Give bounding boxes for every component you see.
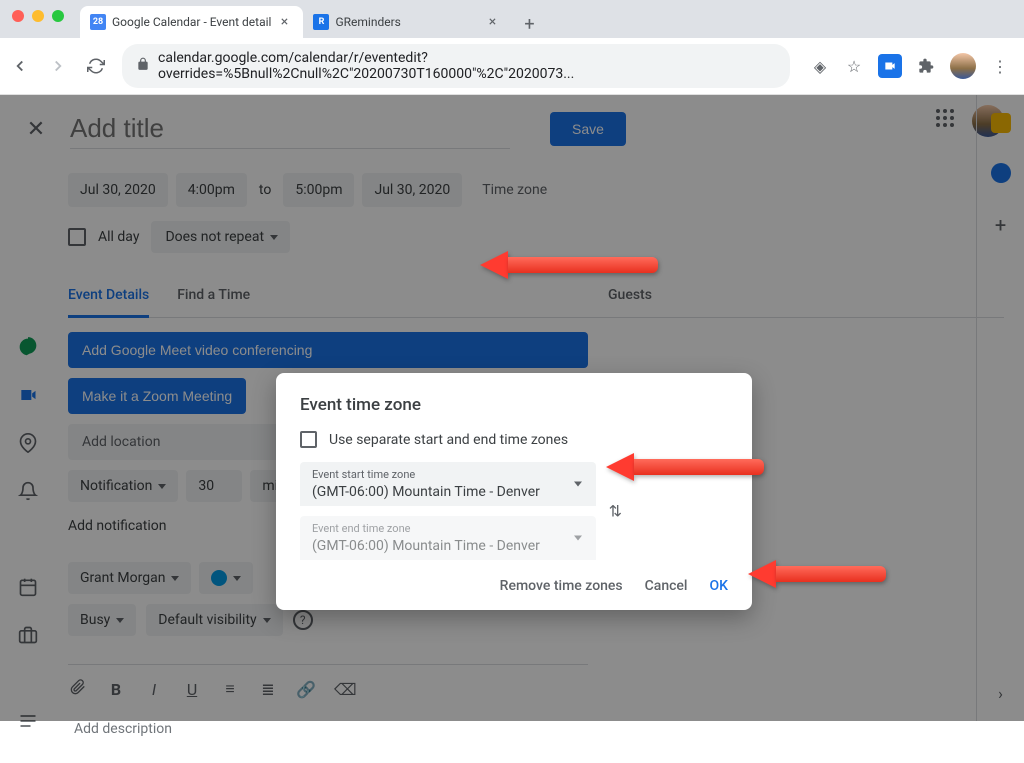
start-timezone-label: Event start time zone xyxy=(312,468,584,481)
ok-button[interactable]: OK xyxy=(710,578,729,594)
diamond-icon[interactable]: ◈ xyxy=(810,56,830,76)
remove-timezones-button[interactable]: Remove time zones xyxy=(500,578,623,594)
browser-tab-calendar[interactable]: 28 Google Calendar - Event detail × xyxy=(80,6,303,38)
separate-timezones-label: Use separate start and end time zones xyxy=(329,432,568,448)
calendar-favicon: 28 xyxy=(90,14,106,30)
start-timezone-value: (GMT-06:00) Mountain Time - Denver xyxy=(312,484,540,500)
back-button[interactable] xyxy=(8,54,32,78)
close-icon[interactable]: × xyxy=(277,15,291,29)
browser-chrome: 28 Google Calendar - Event detail × R GR… xyxy=(0,0,1024,95)
dialog-title: Event time zone xyxy=(300,395,728,415)
lock-icon xyxy=(136,57,150,75)
end-timezone-dropdown: Event end time zone (GMT-06:00) Mountain… xyxy=(300,516,596,560)
chevron-down-icon xyxy=(574,482,582,487)
new-tab-button[interactable]: + xyxy=(515,10,543,38)
window-fullscreen-button[interactable] xyxy=(52,10,64,22)
cancel-button[interactable]: Cancel xyxy=(645,578,688,594)
url-text: calendar.google.com/calendar/r/eventedit… xyxy=(158,50,776,82)
separate-timezones-row: Use separate start and end time zones xyxy=(300,431,728,448)
menu-icon[interactable]: ⋮ xyxy=(990,56,1010,76)
chevron-down-icon xyxy=(574,536,582,541)
timezone-dialog: Event time zone Use separate start and e… xyxy=(276,373,752,610)
separate-timezones-checkbox[interactable] xyxy=(300,431,317,448)
window-close-button[interactable] xyxy=(12,10,24,22)
tab-title: GReminders xyxy=(335,15,479,29)
browser-tab-greminders[interactable]: R GReminders × xyxy=(303,6,511,38)
extensions-icon[interactable] xyxy=(916,56,936,76)
end-timezone-value: (GMT-06:00) Mountain Time - Denver xyxy=(312,538,540,554)
annotation-arrow xyxy=(480,251,658,279)
browser-profile-avatar[interactable] xyxy=(950,53,976,79)
window-minimize-button[interactable] xyxy=(32,10,44,22)
address-bar-row: calendar.google.com/calendar/r/eventedit… xyxy=(0,38,1024,94)
swap-icon[interactable]: ⇅ xyxy=(609,502,622,521)
address-actions: ◈ ☆ ⋮ xyxy=(804,53,1016,79)
forward-button[interactable] xyxy=(46,54,70,78)
greminders-favicon: R xyxy=(313,14,329,30)
annotation-arrow xyxy=(748,560,886,588)
star-icon[interactable]: ☆ xyxy=(844,56,864,76)
extension-zoom[interactable] xyxy=(878,54,902,78)
address-bar[interactable]: calendar.google.com/calendar/r/eventedit… xyxy=(122,44,790,88)
start-timezone-dropdown[interactable]: Event start time zone (GMT-06:00) Mounta… xyxy=(300,462,596,506)
page: ✕ Save Jul 30, 2020 4:00pm to 5:00pm Jul… xyxy=(0,95,1024,721)
dialog-actions: Remove time zones Cancel OK xyxy=(300,578,728,594)
close-icon[interactable]: × xyxy=(485,15,499,29)
end-timezone-label: Event end time zone xyxy=(312,522,584,535)
annotation-arrow xyxy=(606,453,764,481)
browser-tabs: 28 Google Calendar - Event detail × R GR… xyxy=(0,0,1024,38)
window-controls xyxy=(0,0,76,22)
reload-button[interactable] xyxy=(84,54,108,78)
tab-title: Google Calendar - Event detail xyxy=(112,15,271,29)
